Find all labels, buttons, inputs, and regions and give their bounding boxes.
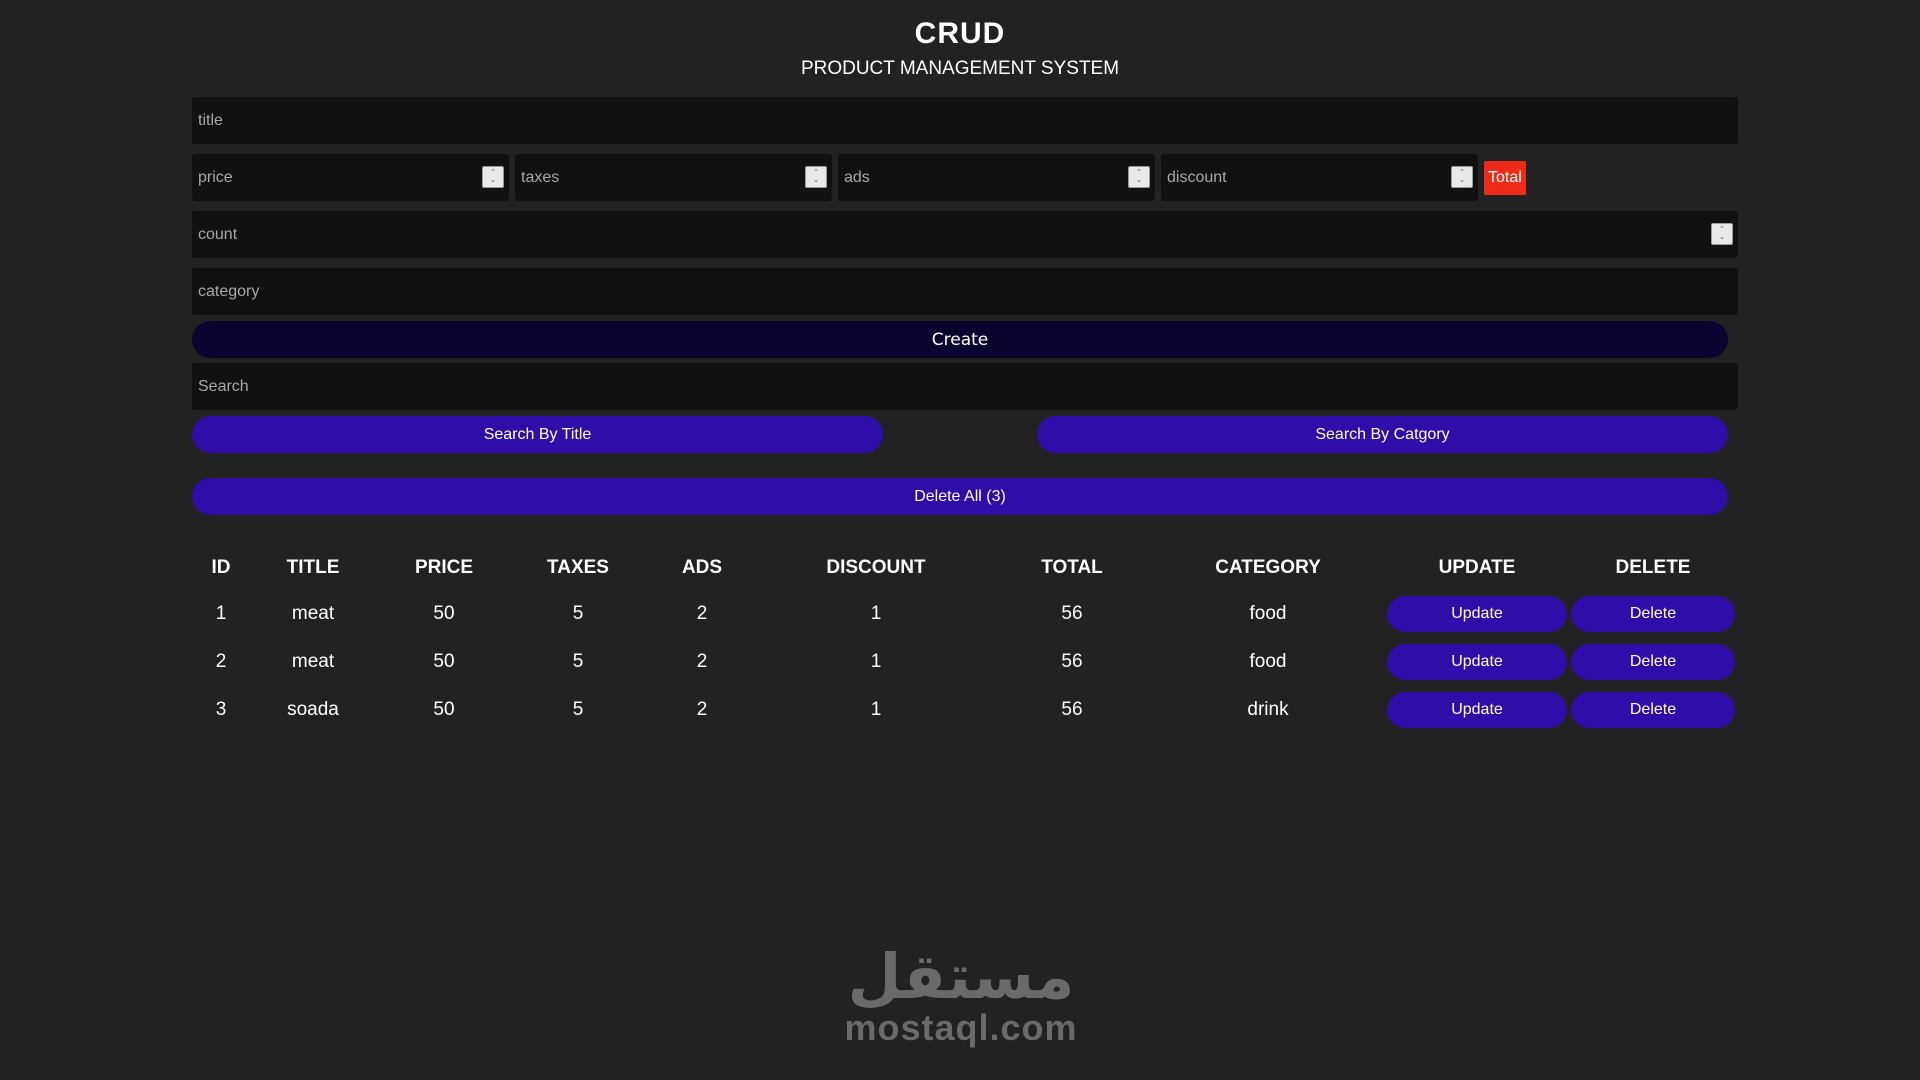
count-placeholder: count [198,225,238,243]
cell-update: Update [1386,643,1568,681]
col-header-ads: ADS [681,556,723,578]
taxes-input[interactable]: taxes ⌃ ⌄ [515,154,832,201]
cell-id: 3 [215,699,227,720]
delete-button[interactable]: Delete [1571,644,1735,680]
cell-ads: 2 [696,651,708,672]
ads-placeholder: ads [844,168,870,186]
update-button[interactable]: Update [1387,596,1567,632]
mostaql-watermark-logo: مستقل mostaql.com [843,946,1079,1048]
price-input[interactable]: price ⌃ ⌄ [192,154,509,201]
title-placeholder: title [198,111,223,129]
products-table: ID TITLE PRICE TAXES ADS DISCOUNT TOTAL … [192,540,1738,739]
cell-title: meat [291,651,335,672]
cell-price: 50 [433,651,455,672]
watermark-arabic: مستقل [847,940,1075,1013]
search-by-category-button[interactable]: Search By Catgory [1037,416,1728,453]
product-form: title price ⌃ ⌄ taxes ⌃ ⌄ ads ⌃ ⌄ discount … [192,97,1738,515]
cell-taxes: 5 [572,603,584,624]
cell-delete: Delete [1570,691,1736,729]
watermark-latin: mostaql.com [844,1007,1078,1048]
cell-id: 1 [215,603,227,624]
cell-ads: 2 [696,603,708,624]
cell-title: soada [287,699,339,720]
title-input[interactable]: title [192,97,1738,144]
update-button[interactable]: Update [1387,692,1567,728]
discount-input[interactable]: discount ⌃ ⌄ [1161,154,1478,201]
col-header-delete: DELETE [1615,556,1691,578]
search-buttons: Search By Title Search By Catgory [192,416,1728,453]
cell-delete: Delete [1570,643,1736,681]
discount-placeholder: discount [1167,168,1227,186]
search-placeholder: Search [198,377,249,395]
search-input[interactable]: Search [192,363,1738,410]
col-header-taxes: TAXES [547,556,609,578]
col-header-category: CATEGORY [1215,556,1321,578]
table-row: 2 meat 50 5 2 1 56 food Update Delete [194,643,1736,681]
cell-delete: Delete [1570,595,1736,633]
taxes-spinner-icon[interactable]: ⌃ ⌄ [805,166,827,188]
cell-discount: 1 [870,651,882,672]
table-row: 1 meat 50 5 2 1 56 food Update Delete [194,595,1736,633]
cell-total: 56 [1061,651,1083,672]
table-row: 3 soada 50 5 2 1 56 drink Update Delete [194,691,1736,729]
cell-price: 50 [433,699,455,720]
col-header-id: ID [211,556,231,578]
delete-all-button[interactable]: Delete All (3) [192,478,1728,515]
discount-spinner-icon[interactable]: ⌃ ⌄ [1451,166,1473,188]
col-header-title: TITLE [286,556,340,578]
cell-category: food [1249,603,1287,624]
delete-button[interactable]: Delete [1571,692,1735,728]
page: CRUD PRODUCT MANAGEMENT SYSTEM title pri… [0,0,1920,1080]
ads-spinner-icon[interactable]: ⌃ ⌄ [1128,166,1150,188]
cell-discount: 1 [870,699,882,720]
create-button[interactable]: Create [192,321,1728,358]
cell-update: Update [1386,691,1568,729]
cell-total: 56 [1061,699,1083,720]
cell-category: drink [1247,699,1289,720]
page-subtitle: PRODUCT MANAGEMENT SYSTEM [800,58,1120,79]
cell-update: Update [1386,595,1568,633]
page-title: CRUD [914,17,1006,50]
update-button[interactable]: Update [1387,644,1567,680]
ads-input[interactable]: ads ⌃ ⌄ [838,154,1155,201]
count-input[interactable]: count ⌃ ⌄ [192,211,1738,258]
total-badge: Total [1484,160,1526,195]
category-placeholder: category [198,282,260,300]
cell-category: food [1249,651,1287,672]
cell-taxes: 5 [572,651,584,672]
col-header-update: UPDATE [1438,556,1516,578]
category-input[interactable]: category [192,268,1738,315]
count-spinner-icon[interactable]: ⌃ ⌄ [1711,223,1733,245]
price-spinner-icon[interactable]: ⌃ ⌄ [482,166,504,188]
taxes-placeholder: taxes [521,168,560,186]
header: CRUD PRODUCT MANAGEMENT SYSTEM [0,0,1920,80]
cell-total: 56 [1061,603,1083,624]
search-by-title-button[interactable]: Search By Title [192,416,883,453]
cell-title: meat [291,603,335,624]
col-header-price: PRICE [414,556,474,578]
cell-ads: 2 [696,699,708,720]
cell-price: 50 [433,603,455,624]
cell-id: 2 [215,651,227,672]
cell-taxes: 5 [572,699,584,720]
table-header-row: ID TITLE PRICE TAXES ADS DISCOUNT TOTAL … [194,550,1736,585]
delete-button[interactable]: Delete [1571,596,1735,632]
price-placeholder: price [198,168,233,186]
cell-discount: 1 [870,603,882,624]
col-header-total: TOTAL [1041,556,1103,578]
col-header-discount: DISCOUNT [826,556,926,578]
